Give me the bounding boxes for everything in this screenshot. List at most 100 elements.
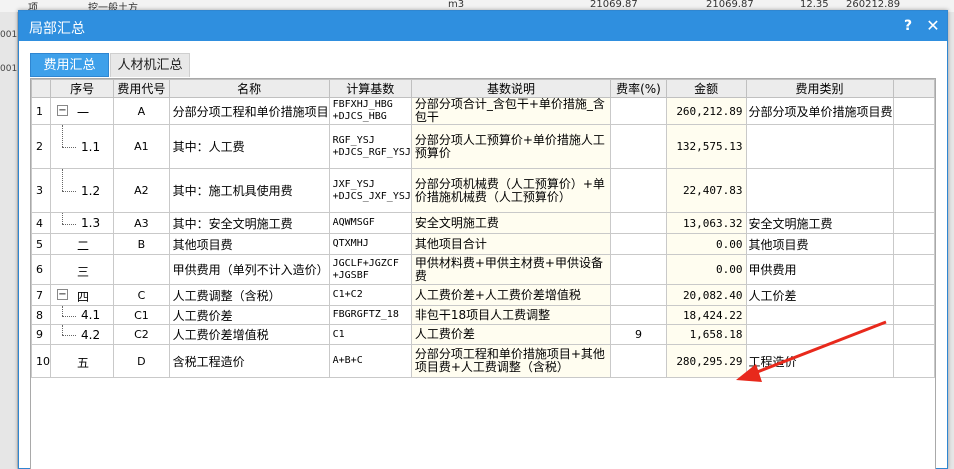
spare-cell[interactable]: [892, 305, 935, 325]
rate-cell[interactable]: [610, 284, 667, 306]
fee-code-cell[interactable]: [113, 254, 170, 285]
amount-cell[interactable]: 13,063.32: [665, 212, 747, 234]
category-cell[interactable]: 其他项目费: [745, 233, 894, 255]
table-row[interactable]: 9 4.2 C2 人工费价差增值税 C1 人工费价差 9 1,658.18: [31, 324, 935, 345]
category-cell[interactable]: 人工价差: [745, 284, 894, 306]
category-cell[interactable]: [745, 324, 894, 345]
row-number[interactable]: 8: [31, 305, 51, 325]
amount-cell[interactable]: 280,295.29: [665, 344, 747, 378]
name-cell[interactable]: 其中：施工机具使用费: [168, 168, 330, 213]
amount-cell[interactable]: 20,082.40: [665, 284, 747, 306]
category-cell[interactable]: [745, 124, 894, 169]
spare-cell[interactable]: [892, 212, 935, 234]
row-number[interactable]: 6: [31, 254, 51, 285]
rate-cell[interactable]: [610, 168, 667, 213]
header-category[interactable]: 费用类别: [745, 79, 894, 98]
seq-cell[interactable]: 4.2: [49, 324, 115, 345]
rate-cell[interactable]: [610, 124, 667, 169]
seq-cell[interactable]: 4.1: [49, 305, 115, 325]
base-desc-cell[interactable]: 分部分项人工预算价+单价措施人工预算价: [410, 124, 612, 169]
table-row[interactable]: 7− 四 C 人工费调整（含税） C1+C2 人工费价差+人工费价差增值税 20,082.4…: [31, 284, 935, 306]
table-row[interactable]: 3 1.2 A2 其中：施工机具使用费 JXF_YSJ +DJCS_JXF_YSJ 分部分…: [31, 168, 935, 213]
table-row[interactable]: 10 五 D 含税工程造价 A+B+C 分部分项工程和单价措施项目+其他项目费+人工费调整…: [31, 344, 935, 378]
row-number[interactable]: 3: [31, 168, 51, 213]
row-number[interactable]: 4: [31, 212, 51, 234]
base-cell[interactable]: C1: [328, 324, 412, 345]
rate-cell[interactable]: [610, 212, 667, 234]
name-cell[interactable]: 含税工程造价: [168, 344, 330, 378]
row-number[interactable]: 10: [31, 344, 51, 378]
header-rate[interactable]: 费率(%): [610, 79, 667, 98]
amount-cell[interactable]: 1,658.18: [665, 324, 747, 345]
table-row[interactable]: 6 三 甲供费用（单列不计入造价） JGCLF+JGZCF +JGSBF 甲供材料费+甲…: [31, 254, 935, 285]
header-amount[interactable]: 金额: [665, 79, 747, 98]
base-desc-cell[interactable]: 甲供材料费+甲供主材费+甲供设备费: [410, 254, 612, 285]
rate-cell[interactable]: [610, 344, 667, 378]
rate-cell[interactable]: 9: [610, 324, 667, 345]
close-button[interactable]: ✕: [925, 17, 941, 35]
help-button[interactable]: ?: [900, 17, 916, 35]
fee-code-cell[interactable]: A: [113, 97, 170, 125]
base-desc-cell[interactable]: 分部分项合计_含包干+单价措施_含包干: [410, 97, 612, 125]
category-cell[interactable]: 甲供费用: [745, 254, 894, 285]
base-cell[interactable]: C1+C2: [328, 284, 412, 306]
fee-code-cell[interactable]: B: [113, 233, 170, 255]
spare-cell[interactable]: [892, 284, 935, 306]
row-number[interactable]: 7: [31, 284, 51, 306]
category-cell[interactable]: [745, 168, 894, 213]
base-cell[interactable]: JXF_YSJ +DJCS_JXF_YSJ: [328, 168, 412, 213]
seq-cell[interactable]: 1.1: [49, 124, 115, 169]
base-cell[interactable]: QTXMHJ: [328, 233, 412, 255]
header-base[interactable]: 计算基数: [328, 79, 412, 98]
header-seq[interactable]: 序号: [49, 79, 115, 98]
row-number[interactable]: 1: [31, 97, 51, 125]
base-desc-cell[interactable]: 分部分项工程和单价措施项目+其他项目费+人工费调整（含税）: [410, 344, 612, 378]
rate-cell[interactable]: [610, 254, 667, 285]
table-row[interactable]: 2 1.1 A1 其中：人工费 RGF_YSJ +DJCS_RGF_YSJ 分部分项人工预…: [31, 124, 935, 169]
seq-cell[interactable]: − 四: [49, 284, 115, 306]
fee-code-cell[interactable]: C2: [113, 324, 170, 345]
collapse-toggle-icon[interactable]: −: [57, 289, 68, 300]
fee-code-cell[interactable]: D: [113, 344, 170, 378]
name-cell[interactable]: 其他项目费: [168, 233, 330, 255]
table-row[interactable]: 1− 一 A 分部分项工程和单价措施项目 FBFXHJ_HBG +DJCS_HBG 分部分…: [31, 97, 935, 125]
fee-code-cell[interactable]: C1: [113, 305, 170, 325]
collapse-toggle-icon[interactable]: −: [57, 105, 68, 116]
category-cell[interactable]: [745, 305, 894, 325]
base-desc-cell[interactable]: 分部分项机械费（人工预算价）+单价措施机械费（人工预算价）: [410, 168, 612, 213]
base-cell[interactable]: JGCLF+JGZCF +JGSBF: [328, 254, 412, 285]
seq-cell[interactable]: 二: [49, 233, 115, 255]
name-cell[interactable]: 其中：人工费: [168, 124, 330, 169]
base-cell[interactable]: AQWMSGF: [328, 212, 412, 234]
base-desc-cell[interactable]: 人工费价差+人工费价差增值税: [410, 284, 612, 306]
fee-code-cell[interactable]: A1: [113, 124, 170, 169]
rate-cell[interactable]: [610, 233, 667, 255]
header-base-desc[interactable]: 基数说明: [410, 79, 612, 98]
name-cell[interactable]: 其中：安全文明施工费: [168, 212, 330, 234]
name-cell[interactable]: 人工费价差增值税: [168, 324, 330, 345]
spare-cell[interactable]: [892, 97, 935, 125]
seq-cell[interactable]: 1.2: [49, 168, 115, 213]
rate-cell[interactable]: [610, 97, 667, 125]
name-cell[interactable]: 甲供费用（单列不计入造价）: [168, 254, 330, 285]
rate-cell[interactable]: [610, 305, 667, 325]
spare-cell[interactable]: [892, 233, 935, 255]
fee-code-cell[interactable]: A2: [113, 168, 170, 213]
base-cell[interactable]: FBGRGFTZ_18: [328, 305, 412, 325]
seq-cell[interactable]: 1.3: [49, 212, 115, 234]
category-cell[interactable]: 分部分项及单价措施项目费: [745, 97, 894, 125]
tab-fee-summary[interactable]: 费用汇总: [30, 53, 109, 77]
header-name[interactable]: 名称: [168, 79, 330, 98]
category-cell[interactable]: 工程造价: [745, 344, 894, 378]
row-number[interactable]: 5: [31, 233, 51, 255]
spare-cell[interactable]: [892, 168, 935, 213]
spare-cell[interactable]: [892, 124, 935, 169]
name-cell[interactable]: 人工费调整（含税）: [168, 284, 330, 306]
amount-cell[interactable]: 260,212.89: [665, 97, 747, 125]
spare-cell[interactable]: [892, 254, 935, 285]
base-desc-cell[interactable]: 安全文明施工费: [410, 212, 612, 234]
base-desc-cell[interactable]: 人工费价差: [410, 324, 612, 345]
header-code[interactable]: 费用代号: [113, 79, 170, 98]
spare-cell[interactable]: [892, 344, 935, 378]
name-cell[interactable]: 人工费价差: [168, 305, 330, 325]
